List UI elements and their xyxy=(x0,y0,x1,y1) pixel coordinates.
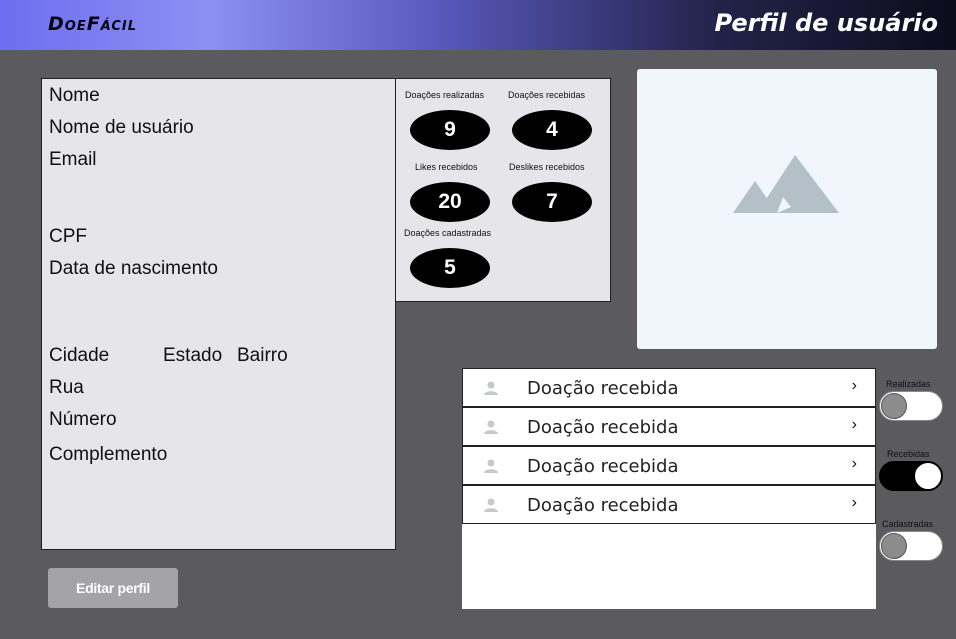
toggle-cadastradas[interactable] xyxy=(879,531,943,561)
toggle-recebidas[interactable] xyxy=(879,461,943,491)
chevron-right-icon: › xyxy=(851,455,857,472)
person-icon xyxy=(484,381,498,395)
field-complemento: Complemento xyxy=(49,444,168,465)
image-placeholder-icon xyxy=(733,155,839,213)
list-item-label: Doação recebida xyxy=(527,378,679,399)
field-email: Email xyxy=(49,149,97,170)
chevron-right-icon: › xyxy=(851,377,857,394)
toggle-label-cadastradas: Cadastradas xyxy=(882,519,934,529)
profile-info-panel: Nome Nome de usuário Email CPF Data de n… xyxy=(41,78,396,550)
profile-photo[interactable] xyxy=(637,69,937,349)
field-usuario: Nome de usuário xyxy=(49,117,194,138)
field-cidade: Cidade xyxy=(49,345,110,366)
toggle-realizadas[interactable] xyxy=(879,391,943,421)
field-rua: Rua xyxy=(49,377,84,398)
stat-value-deslikes: 7 xyxy=(512,182,592,222)
stat-value-cadastradas: 5 xyxy=(410,248,490,288)
toggle-knob xyxy=(915,463,941,489)
stat-value-realizadas: 9 xyxy=(410,110,490,150)
toggle-label-recebidas: Recebidas xyxy=(887,449,930,459)
person-icon xyxy=(484,459,498,473)
donation-list: Doação recebida › Doação recebida › Doaç… xyxy=(462,368,876,609)
edit-profile-button[interactable]: Editar perfil xyxy=(48,568,178,608)
field-nome: Nome xyxy=(49,85,100,106)
field-cpf: CPF xyxy=(49,226,87,247)
field-nascimento: Data de nascimento xyxy=(49,258,218,279)
toggle-knob xyxy=(881,393,907,419)
person-icon xyxy=(484,498,498,512)
stat-label-realizadas: Doações realizadas xyxy=(405,90,485,100)
list-item[interactable]: Doação recebida › xyxy=(462,407,876,446)
stat-value-recebidas: 4 xyxy=(512,110,592,150)
list-item[interactable]: Doação recebida › xyxy=(462,368,876,407)
app-logo[interactable]: DoeFácil xyxy=(48,13,137,35)
page-title: Perfil de usuário xyxy=(714,9,938,37)
person-icon xyxy=(484,420,498,434)
field-estado: Estado xyxy=(163,345,223,366)
stat-value-likes: 20 xyxy=(410,182,490,222)
list-item[interactable]: Doação recebida › xyxy=(462,446,876,485)
list-item-label: Doação recebida xyxy=(527,417,679,438)
stat-label-deslikes: Deslikes recebidos xyxy=(509,162,585,172)
list-item[interactable]: Doação recebida › xyxy=(462,485,876,524)
chevron-right-icon: › xyxy=(851,494,857,511)
list-item-label: Doação recebida xyxy=(527,495,679,516)
field-bairro: Bairro xyxy=(237,345,288,366)
toggle-knob xyxy=(881,533,907,559)
stat-label-likes: Likes recebidos xyxy=(415,162,478,172)
list-item-label: Doação recebida xyxy=(527,456,679,477)
stats-panel: Doações realizadas 9 Doações recebidas 4… xyxy=(395,78,611,302)
field-numero: Número xyxy=(49,409,117,430)
toggle-label-realizadas: Realizadas xyxy=(886,379,931,389)
stat-label-cadastradas: Doações cadastradas xyxy=(404,228,492,238)
header-bar: DoeFácil Perfil de usuário xyxy=(0,0,956,50)
chevron-right-icon: › xyxy=(851,416,857,433)
stat-label-recebidas: Doações recebidas xyxy=(508,90,586,100)
